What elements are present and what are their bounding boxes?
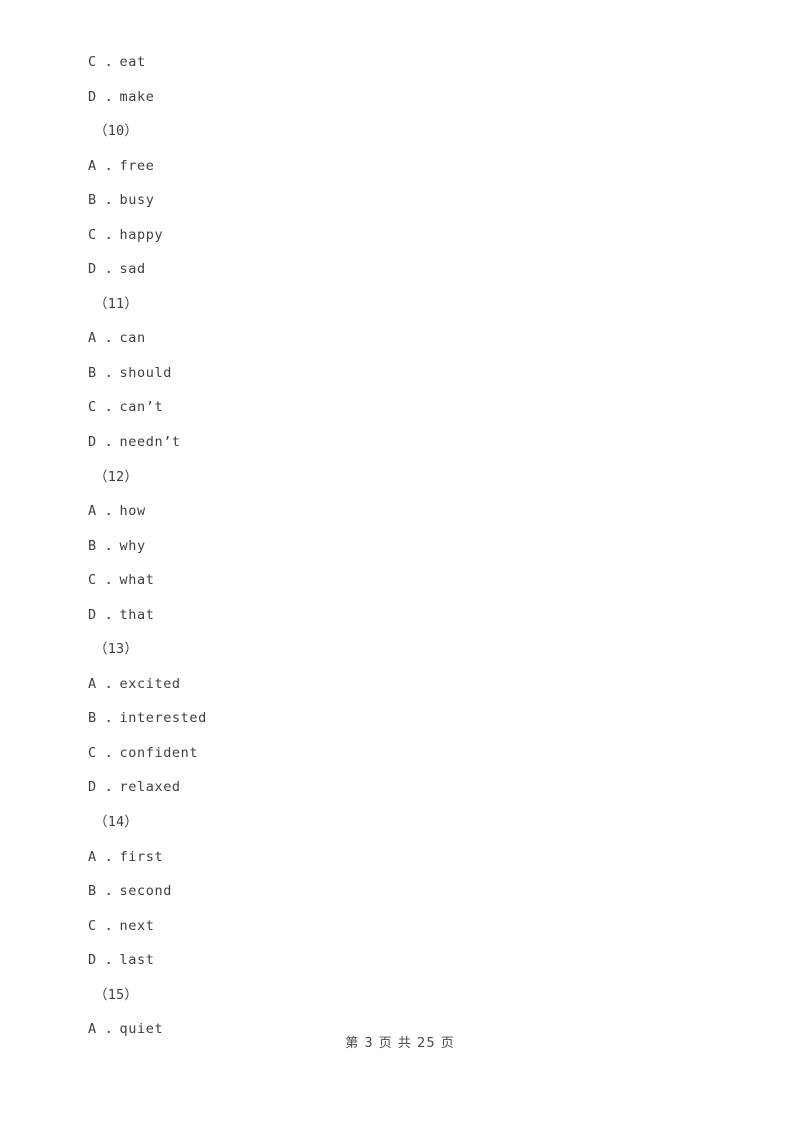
answer-option: D ．sad (88, 261, 146, 278)
answer-option: A ．how (88, 503, 146, 520)
page-footer: 第 3 页 共 25 页 (345, 1036, 455, 1051)
answer-option: A ．excited (88, 675, 181, 692)
document-page: C ．eat D ．make （10） A ．free B ．busy C ．happy D… (0, 0, 800, 1132)
question-group-number: （14） (94, 814, 139, 831)
question-group-number: （11） (94, 295, 139, 312)
question-group-number: （12） (94, 468, 139, 485)
answer-option: B ．interested (88, 710, 207, 727)
question-group-number: （10） (94, 123, 139, 140)
answer-option: B ．should (88, 364, 172, 381)
answer-option: B ．why (88, 537, 146, 554)
question-options-list: C ．eat D ．make （10） A ．free B ．busy C ．happy D… (88, 45, 728, 1047)
answer-option: C ．eat (88, 54, 146, 70)
answer-option: A ．first (88, 848, 164, 865)
question-group-number: （13） (94, 641, 139, 658)
answer-option: C ．confident (88, 744, 199, 761)
answer-option: D ．needn’t (88, 434, 181, 451)
answer-option: C ．can’t (88, 399, 164, 416)
answer-option: C ．next (88, 917, 155, 934)
answer-option: D ．that (88, 606, 155, 623)
answer-option: B ．second (88, 883, 172, 900)
answer-option: D ．last (88, 952, 155, 969)
answer-option: A ．can (88, 330, 146, 347)
answer-option: C ．happy (88, 226, 164, 243)
answer-option: D ．relaxed (88, 779, 181, 796)
answer-option: A ．free (88, 157, 155, 174)
question-group-number: （15） (94, 986, 139, 1003)
answer-option: C ．what (88, 572, 155, 589)
answer-option: B ．busy (88, 192, 155, 209)
answer-option: D ．make (88, 88, 155, 105)
